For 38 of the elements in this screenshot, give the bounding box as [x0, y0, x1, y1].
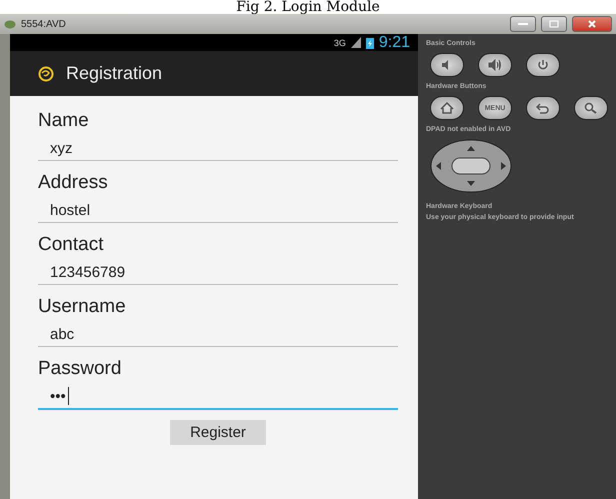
volume-down-button[interactable]: [430, 53, 464, 77]
figure-caption: Fig 2. Login Module: [235, 0, 381, 14]
emulator-icon: [4, 20, 16, 28]
input-field[interactable]: abc: [38, 322, 398, 347]
field-label: Password: [38, 358, 122, 380]
field-label: Address: [38, 172, 109, 194]
screen-title: Registration: [66, 63, 162, 84]
network-label: 3G: [334, 38, 346, 48]
power-button[interactable]: [526, 53, 560, 77]
power-icon: [536, 59, 550, 71]
dpad-drawing[interactable]: [430, 139, 512, 193]
home-button[interactable]: [430, 96, 464, 120]
volume-up-icon: [488, 59, 502, 71]
search-icon: [584, 102, 598, 114]
field-label: Contact: [38, 234, 104, 256]
back-arrow-icon: [536, 102, 550, 114]
field-label: Username: [38, 296, 127, 318]
maximize-button[interactable]: [541, 16, 567, 32]
window-title: 5554:AVD: [21, 18, 67, 30]
input-field[interactable]: •••: [38, 384, 398, 410]
input-field[interactable]: 123456789: [38, 260, 398, 285]
clock: 9:21: [378, 34, 410, 52]
maximize-icon: [549, 20, 559, 28]
close-button[interactable]: [572, 16, 612, 32]
input-field[interactable]: xyz: [38, 136, 398, 161]
app-logo-icon: [38, 66, 54, 82]
home-icon: [440, 102, 454, 114]
volume-up-button[interactable]: [478, 53, 512, 77]
minimize-icon: [518, 22, 528, 26]
signal-icon: [350, 37, 361, 48]
register-button[interactable]: Register: [170, 420, 266, 445]
search-button[interactable]: [574, 96, 608, 120]
battery-icon: [366, 36, 374, 48]
minimize-button[interactable]: [510, 16, 536, 32]
close-icon: [587, 20, 597, 28]
back-button[interactable]: [526, 96, 560, 120]
field-label: Name: [38, 110, 90, 132]
input-field[interactable]: hostel: [38, 198, 398, 223]
